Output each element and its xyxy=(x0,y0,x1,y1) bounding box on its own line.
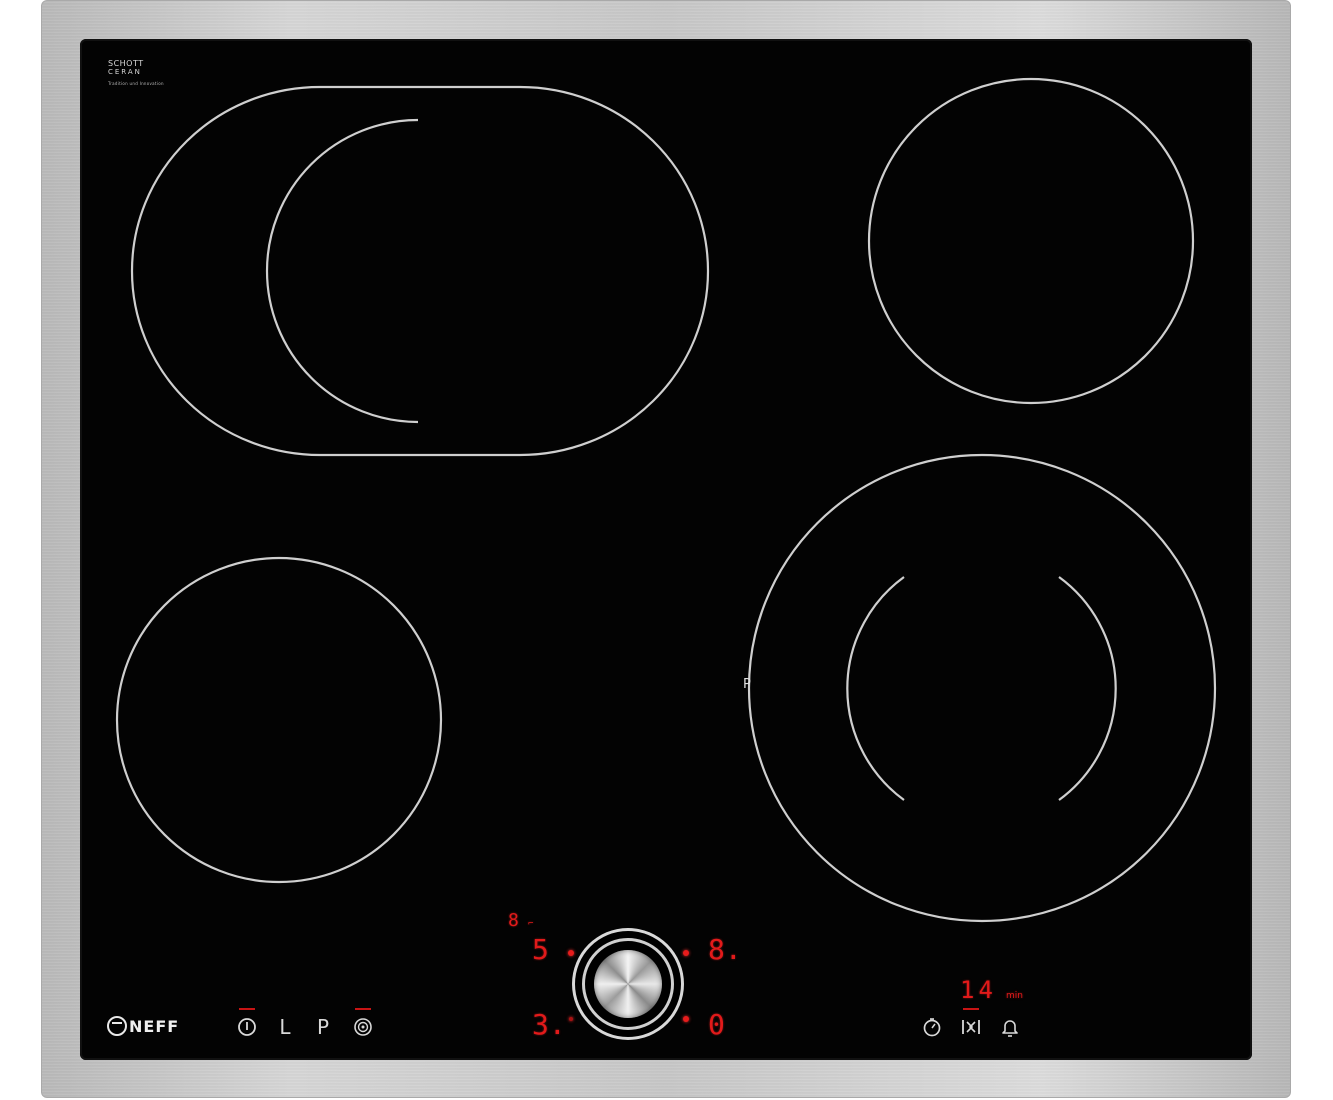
zone-power-mark: P xyxy=(743,677,751,692)
schott-text: SCHOTT xyxy=(108,59,144,68)
bell-icon xyxy=(1002,1020,1018,1037)
knob-display-top-small: 8 xyxy=(508,910,519,931)
zone-indicator-top-left xyxy=(568,950,574,956)
timer-adjust-indicator xyxy=(963,1008,979,1010)
knob-steel-cap[interactable] xyxy=(594,950,662,1018)
rear-left-oval-zone xyxy=(130,85,710,457)
front-left-zone xyxy=(115,556,443,884)
timer-display: 14 xyxy=(960,976,997,1004)
neff-emblem-icon xyxy=(107,1016,127,1036)
knob-level-top-right: 8. xyxy=(708,933,742,966)
neff-wordmark: NEFF xyxy=(129,1017,180,1036)
schott-small-print: Tradition und Innovation xyxy=(108,81,164,86)
timer-unit: min xyxy=(1006,991,1023,1001)
power-icon xyxy=(238,1018,256,1036)
cooking-zones xyxy=(115,77,1217,923)
front-right-inner-arc-right xyxy=(1058,576,1117,801)
alarm-button[interactable] xyxy=(999,1016,1021,1038)
neff-logo: NEFF xyxy=(107,1016,199,1038)
timer-icon xyxy=(923,1018,941,1037)
front-right-outer-zone xyxy=(747,453,1217,923)
wipe-protection-icon xyxy=(354,1018,372,1036)
zone-indicator-bottom-left xyxy=(569,1017,573,1021)
wipe-protection-button[interactable] xyxy=(352,1016,374,1038)
powerboost-button[interactable]: P xyxy=(311,1016,335,1038)
timer-adjust-icon xyxy=(962,1020,980,1034)
timer-button[interactable] xyxy=(921,1016,943,1038)
power-button[interactable] xyxy=(236,1016,258,1038)
wipe-key-indicator xyxy=(355,1008,371,1010)
knob-level-top-left: 5 xyxy=(532,933,549,966)
twist-pad-control-knob[interactable] xyxy=(572,928,684,1040)
power-key-indicator xyxy=(239,1008,255,1010)
knob-level-bottom-right: 0 xyxy=(708,1008,725,1041)
schott-ceran-logo: SCHOTT CERAN Tradition und Innovation xyxy=(108,60,168,86)
ceran-text: CERAN xyxy=(108,68,142,76)
rear-right-zone xyxy=(867,77,1195,405)
front-right-inner-arc-left xyxy=(846,576,905,801)
timer-adjust-button[interactable] xyxy=(960,1016,982,1038)
knob-level-bottom-left: 3. xyxy=(532,1008,566,1041)
child-lock-button[interactable]: L xyxy=(273,1016,297,1038)
rear-left-inner-arc xyxy=(265,118,419,424)
knob-display-top-small-mark: ⌐ xyxy=(528,919,534,929)
zone-indicator-top-right xyxy=(683,950,689,956)
zone-indicator-bottom-right xyxy=(683,1016,689,1022)
